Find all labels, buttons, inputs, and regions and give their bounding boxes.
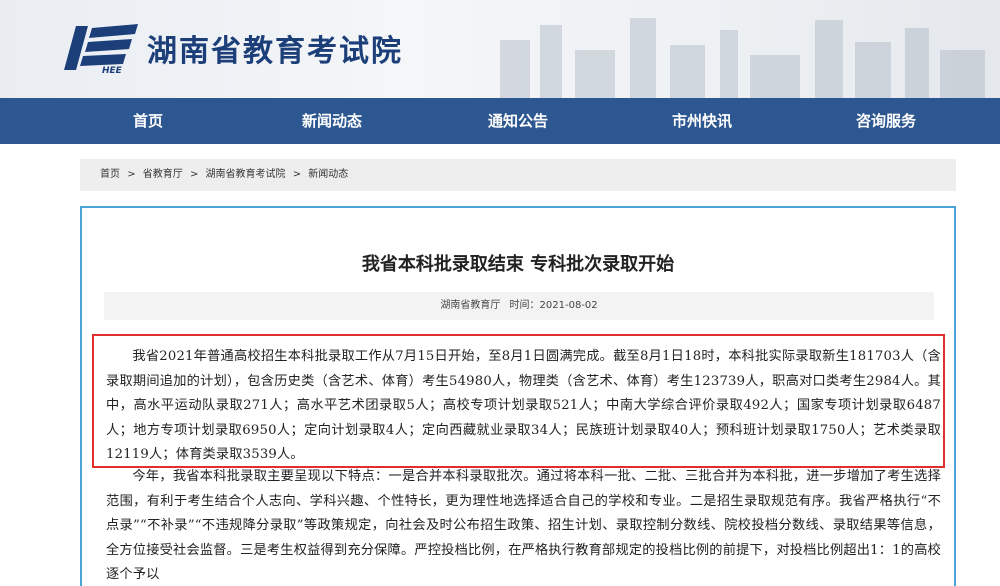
nav-item-consulting[interactable]: 咨询服务 [806, 98, 966, 144]
hee-logo[interactable] [58, 18, 140, 80]
nav-item-home[interactable]: 首页 [68, 98, 228, 144]
article-title: 我省本科批录取结束 专科批次录取开始 [361, 254, 675, 275]
breadcrumb-exam-institute[interactable]: 湖南省教育考试院 [206, 169, 286, 180]
article-time-label: 时间： [509, 300, 540, 311]
nav-item-notices[interactable]: 通知公告 [438, 98, 598, 144]
logo-text: HEE [102, 66, 122, 76]
breadcrumb-separator: > [127, 169, 136, 180]
nav-item-news[interactable]: 新闻动态 [252, 98, 412, 144]
site-header: HEE 湖南省教育考试院 [0, 0, 1000, 98]
main-nav: 首页 新闻动态 通知公告 市州快讯 咨询服务 [0, 98, 1000, 144]
breadcrumb: 首页 > 省教育厅 > 湖南省教育考试院 > 新闻动态 [80, 159, 956, 191]
breadcrumb-separator: > [189, 169, 199, 180]
nav-item-city-news[interactable]: 市州快讯 [622, 98, 782, 144]
breadcrumb-home[interactable]: 首页 [100, 169, 120, 180]
article-date: 2021-08-02 [539, 300, 598, 311]
article-paragraph-2: 今年，我省本科批录取主要呈现以下特点：一是合并本科录取批次。通过将本科一批、二批… [106, 465, 941, 586]
breadcrumb-news[interactable]: 新闻动态 [308, 169, 348, 180]
breadcrumb-separator: > [292, 169, 302, 180]
city-skyline-image [500, 18, 985, 98]
article-paragraph-1: 我省2021年普通高校招生本科批录取工作从7月15日开始，至8月1日圆满完成。截… [106, 345, 941, 468]
site-title[interactable]: 湖南省教育考试院 [147, 26, 403, 70]
paragraph-text: 我省2021年普通高校招生本科批录取工作从7月15日开始，至8月1日圆满完成。截… [106, 349, 941, 463]
paragraph-text: 今年，我省本科批录取主要呈现以下特点：一是合并本科录取批次。通过将本科一批、二批… [106, 469, 941, 583]
breadcrumb-education-dept[interactable]: 省教育厅 [143, 169, 183, 180]
article-meta: 湖南省教育厅 时间：2021-08-02 [104, 292, 934, 320]
article-source: 湖南省教育厅 [440, 300, 501, 311]
